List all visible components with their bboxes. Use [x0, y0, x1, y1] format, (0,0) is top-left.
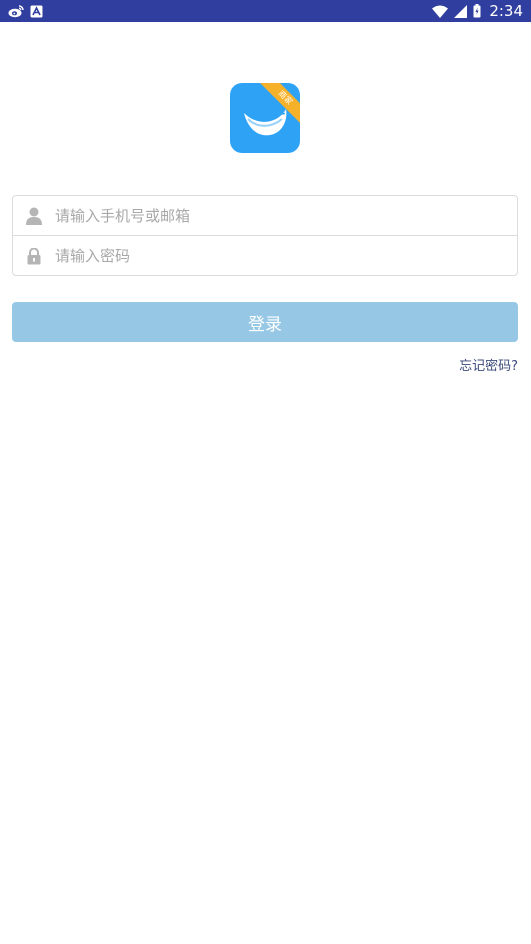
- forgot-password-link[interactable]: 忘记密码?: [459, 355, 518, 374]
- wifi-icon: [432, 5, 449, 18]
- password-row: [13, 236, 517, 276]
- status-bar-left: [8, 4, 43, 18]
- signal-icon: [454, 4, 468, 18]
- lock-icon: [13, 236, 55, 276]
- status-bar-time: 2:34: [489, 2, 523, 20]
- login-button[interactable]: 登录: [12, 302, 518, 342]
- status-bar-right: 2:34: [432, 2, 523, 20]
- account-row: [13, 196, 517, 236]
- account-input[interactable]: [55, 197, 495, 235]
- app-notification-icon: [30, 5, 43, 18]
- user-icon: [13, 196, 55, 236]
- status-bar: 2:34: [0, 0, 531, 22]
- login-form: [12, 195, 518, 276]
- password-input[interactable]: [55, 237, 495, 275]
- battery-icon: [473, 4, 481, 18]
- app-logo: 商家: [230, 83, 300, 153]
- weibo-icon: [8, 4, 24, 18]
